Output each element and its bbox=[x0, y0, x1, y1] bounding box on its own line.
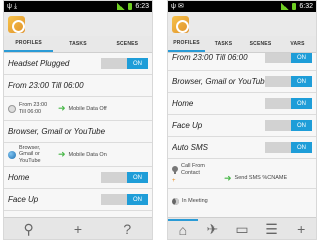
profile-title: Home bbox=[172, 99, 194, 108]
profile-row-time[interactable]: From 23:00 Till 06:00 bbox=[4, 75, 152, 97]
profile-title: From 23:00 Till 06:00 bbox=[8, 81, 84, 90]
profile-list: From 23:00 Till 06:00 ON Browser, Gmail … bbox=[168, 53, 316, 217]
profile-title: From 23:00 Till 06:00 bbox=[172, 53, 248, 62]
profile-title: Auto SMS bbox=[172, 143, 209, 152]
phone-screen-left: ψ ⤓ 6:23 PROFILES TASKS SCENES Headset P… bbox=[3, 0, 153, 240]
status-time: 6:23 bbox=[135, 3, 149, 10]
add-context-icon[interactable]: + bbox=[172, 178, 180, 184]
tab-bar: PROFILES TASKS SCENES bbox=[4, 36, 152, 53]
context-label: Browser, Gmail or YouTube bbox=[19, 144, 41, 164]
action-bar bbox=[4, 12, 152, 36]
task-label: Mobile Data On bbox=[68, 151, 107, 158]
battery-icon bbox=[128, 3, 133, 10]
bottom-bar: ⚲ + ? bbox=[4, 217, 152, 239]
profile-row-face[interactable]: Face Up ON bbox=[168, 115, 316, 137]
profile-title: Headset Plugged bbox=[8, 59, 70, 68]
usb-icon: ψ bbox=[171, 3, 176, 10]
phone-call-icon bbox=[172, 165, 178, 174]
tab-scenes[interactable]: SCENES bbox=[103, 36, 152, 52]
screen-icon[interactable]: ▭ bbox=[227, 218, 257, 240]
arrow-right-icon: ➜ bbox=[58, 149, 66, 159]
profile-row-headset[interactable]: Headset Plugged ON bbox=[4, 53, 152, 75]
add-icon[interactable]: + bbox=[286, 218, 316, 240]
tab-tasks[interactable]: TASKS bbox=[53, 36, 102, 52]
profile-detail-browser[interactable]: Browser, Gmail or YouTube ➜ Mobile Data … bbox=[4, 143, 152, 167]
profile-toggle[interactable]: ON bbox=[101, 194, 148, 205]
profile-toggle[interactable]: ON bbox=[265, 53, 312, 63]
home-icon[interactable]: ⌂ bbox=[168, 218, 198, 239]
profile-toggle[interactable]: ON bbox=[101, 58, 148, 69]
profile-row-face[interactable]: Face Up ON bbox=[4, 189, 152, 211]
globe-icon bbox=[8, 150, 16, 159]
bottom-bar: ⌂ ✈ ▭ ☰ + bbox=[168, 217, 316, 239]
tab-tasks[interactable]: TASKS bbox=[205, 36, 242, 52]
battery-icon bbox=[292, 3, 297, 10]
context-label: In Meeting bbox=[182, 197, 208, 204]
status-bar: ψ ⤓ 6:23 bbox=[4, 1, 152, 12]
status-bar: ψ ✉ 6:32 bbox=[168, 1, 316, 12]
phone-screen-right: ψ ✉ 6:32 PROFILES TASKS SCENES VARS From… bbox=[167, 0, 317, 240]
profile-detail-meeting[interactable]: In Meeting bbox=[168, 189, 316, 213]
app-logo-icon[interactable] bbox=[172, 15, 189, 33]
profile-toggle[interactable]: ON bbox=[101, 172, 148, 183]
help-icon[interactable]: ? bbox=[103, 218, 152, 240]
profile-row-time[interactable]: From 23:00 Till 06:00 ON bbox=[168, 53, 316, 71]
status-time: 6:32 bbox=[299, 3, 313, 10]
tab-scenes[interactable]: SCENES bbox=[242, 36, 279, 52]
search-icon[interactable]: ⚲ bbox=[4, 218, 53, 240]
profile-toggle[interactable]: ON bbox=[265, 98, 312, 109]
arrow-right-icon: ➜ bbox=[224, 173, 232, 183]
airplane-icon[interactable]: ✈ bbox=[198, 218, 228, 240]
app-logo-icon[interactable] bbox=[8, 15, 25, 33]
profile-title: Face Up bbox=[8, 195, 39, 204]
signal-icon bbox=[117, 3, 126, 10]
task-label: Send SMS %CNAME bbox=[234, 175, 288, 181]
profile-title: Face Up bbox=[172, 121, 203, 130]
download-icon: ⤓ bbox=[14, 3, 18, 10]
tab-bar: PROFILES TASKS SCENES VARS bbox=[168, 36, 316, 53]
profile-detail-autosms[interactable]: Call From Contact + ➜ Send SMS %CNAME bbox=[168, 159, 316, 189]
sliders-icon[interactable]: ☰ bbox=[257, 218, 287, 240]
moon-icon bbox=[172, 197, 179, 205]
profile-row-browser[interactable]: Browser, Gmail or YouTube ON bbox=[168, 71, 316, 93]
usb-icon: ψ bbox=[7, 3, 12, 10]
task-label: Mobile Data Off bbox=[68, 105, 107, 112]
add-icon[interactable]: + bbox=[53, 218, 102, 240]
profile-row-autosms[interactable]: Auto SMS ON bbox=[168, 137, 316, 159]
profile-toggle[interactable]: ON bbox=[265, 120, 312, 131]
profile-title: Browser, Gmail or YouTube bbox=[8, 127, 106, 136]
context-label: From 23:00 Till 06:00 bbox=[19, 102, 48, 115]
tab-vars[interactable]: VARS bbox=[279, 36, 316, 52]
profile-toggle[interactable]: ON bbox=[265, 142, 312, 153]
profile-row-home[interactable]: Home ON bbox=[4, 167, 152, 189]
profile-list: Headset Plugged ON From 23:00 Till 06:00… bbox=[4, 53, 152, 217]
profile-detail-time[interactable]: From 23:00 Till 06:00 ➜ Mobile Data Off bbox=[4, 97, 152, 121]
context-label: Call From Contact bbox=[181, 163, 205, 176]
profile-row-browser[interactable]: Browser, Gmail or YouTube bbox=[4, 121, 152, 143]
profile-toggle[interactable]: ON bbox=[265, 76, 312, 87]
arrow-right-icon: ➜ bbox=[58, 103, 66, 113]
profile-title: Home bbox=[8, 173, 30, 182]
profile-title: Browser, Gmail or YouTube bbox=[172, 77, 265, 86]
mail-icon: ✉ bbox=[178, 3, 184, 10]
tab-profiles[interactable]: PROFILES bbox=[4, 36, 54, 52]
signal-icon bbox=[281, 3, 290, 10]
action-bar bbox=[168, 12, 316, 36]
tab-profiles[interactable]: PROFILES bbox=[168, 36, 205, 52]
profile-row-home[interactable]: Home ON bbox=[168, 93, 316, 115]
clock-icon bbox=[8, 104, 16, 113]
